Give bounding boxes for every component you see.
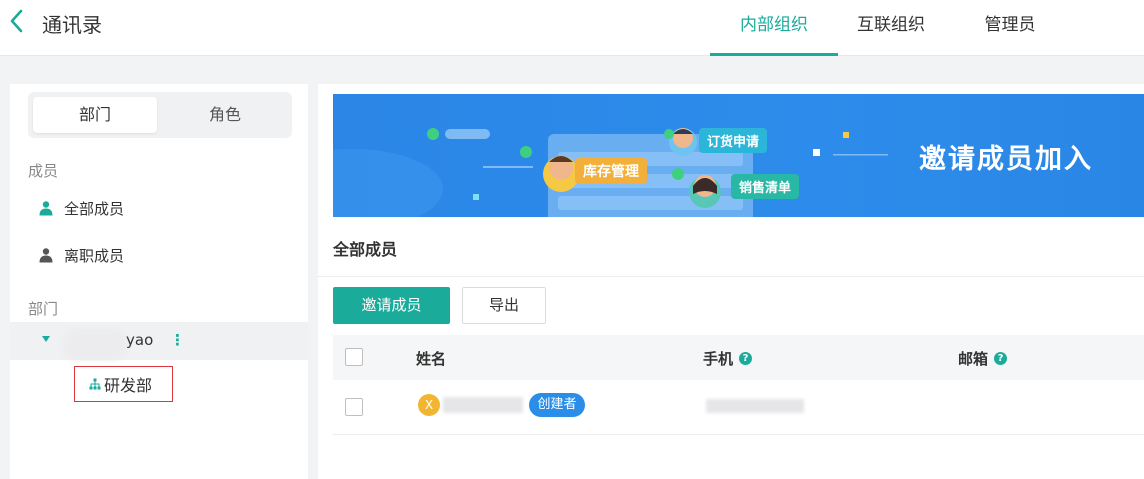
invite-member-button[interactable]: 邀请成员 [333, 287, 450, 324]
divider [318, 276, 1144, 277]
redacted-phone [706, 399, 804, 413]
redacted-member-name [443, 397, 523, 413]
org-name: yao [126, 331, 154, 349]
org-tabs: 内部组织 互联组织 管理员 [710, 0, 1076, 56]
banner-bubble-inventory: 库存管理 [575, 158, 647, 184]
segment-role[interactable]: 角色 [163, 97, 287, 133]
row-checkbox[interactable] [345, 398, 363, 416]
more-options-icon[interactable]: ⋮ [170, 331, 185, 349]
banner-headline: 邀请成员加入 [919, 144, 1093, 175]
invite-banner[interactable]: 库存管理 订货申请 销售清单 邀请成员加入 [333, 94, 1144, 217]
avatar: X [418, 394, 440, 416]
column-name: 姓名 [416, 350, 447, 368]
page-title: 通讯录 [42, 13, 102, 37]
sidebar-item-all-members[interactable]: 全部成员 [38, 194, 124, 222]
back-arrow-icon[interactable] [6, 8, 28, 34]
segment-department[interactable]: 部门 [33, 97, 157, 133]
person-icon [39, 248, 53, 263]
org-tree-root[interactable]: yao ⋮ [10, 322, 308, 360]
export-button[interactable]: 导出 [462, 287, 546, 324]
creator-badge: 创建者 [529, 393, 585, 417]
caret-down-icon[interactable] [42, 336, 50, 342]
select-all-checkbox[interactable] [345, 348, 363, 366]
banner-bubble-sales: 销售清单 [731, 174, 800, 199]
org-structure-icon [89, 378, 101, 390]
column-email: 邮箱? [958, 348, 1008, 369]
main-panel: 库存管理 订货申请 销售清单 邀请成员加入 全部成员 邀请成员 导出 姓名 手机… [318, 84, 1144, 479]
sidebar-item-label: 离职成员 [64, 246, 125, 265]
tab-internal-org[interactable]: 内部组织 [710, 0, 838, 56]
view-switcher: 部门 角色 [28, 92, 292, 138]
banner-bubble-order: 订货申请 [699, 128, 768, 153]
person-icon [39, 201, 53, 216]
table-row[interactable]: X 创建者 [333, 380, 1144, 435]
sidebar-item-resigned-members[interactable]: 离职成员 [38, 241, 124, 269]
members-section-label: 成员 [28, 162, 59, 180]
sidebar: 部门 角色 成员 全部成员 离职成员 部门 yao ⋮ 研发部 [10, 84, 308, 479]
sidebar-item-label: 全部成员 [64, 199, 125, 218]
dept-label: 研发部 [104, 376, 153, 395]
department-section-label: 部门 [28, 300, 59, 318]
tab-admin[interactable]: 管理员 [944, 0, 1076, 56]
section-title: 全部成员 [333, 240, 398, 259]
table-header: 姓名 手机? 邮箱? [333, 335, 1144, 380]
help-icon[interactable]: ? [739, 352, 753, 365]
tree-item-rnd-dept[interactable]: 研发部 [74, 366, 173, 402]
help-icon[interactable]: ? [994, 352, 1008, 365]
redacted-org-name [64, 330, 126, 360]
top-bar: 通讯录 内部组织 互联组织 管理员 [0, 0, 1144, 56]
tab-connected-org[interactable]: 互联组织 [838, 0, 944, 56]
column-phone: 手机? [703, 348, 753, 369]
